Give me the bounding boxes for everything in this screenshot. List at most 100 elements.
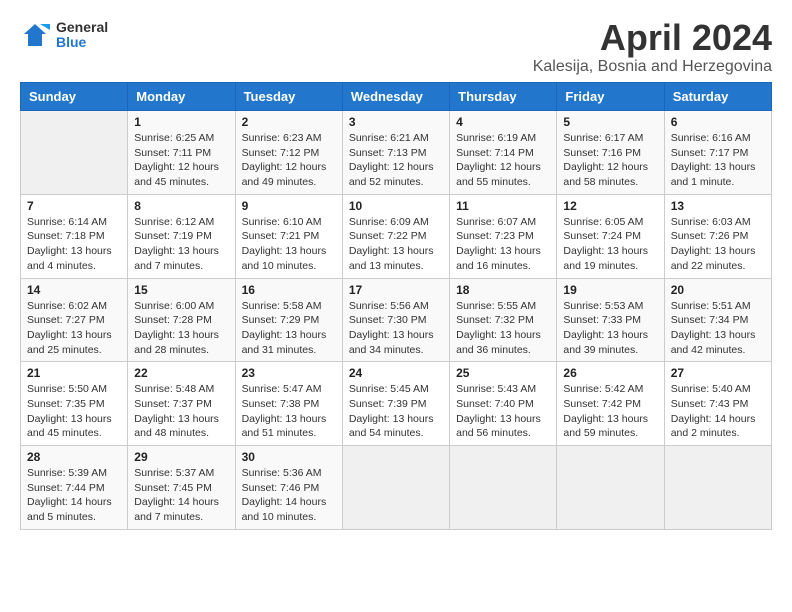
day-info: Sunrise: 6:02 AM Sunset: 7:27 PM Dayligh… — [27, 299, 121, 358]
day-info: Sunrise: 6:03 AM Sunset: 7:26 PM Dayligh… — [671, 215, 765, 274]
calendar-cell: 7 Sunrise: 6:14 AM Sunset: 7:18 PM Daylig… — [21, 194, 128, 278]
title-block: April 2024 Kalesija, Bosnia and Herzegov… — [533, 20, 772, 76]
day-number: 27 — [671, 366, 765, 380]
calendar-cell — [557, 446, 664, 530]
calendar-cell: 3 Sunrise: 6:21 AM Sunset: 7:13 PM Daylig… — [342, 111, 449, 195]
header-tuesday: Tuesday — [235, 83, 342, 111]
calendar-cell: 21 Sunrise: 5:50 AM Sunset: 7:35 PM Dayli… — [21, 362, 128, 446]
day-number: 11 — [456, 199, 550, 213]
day-number: 26 — [563, 366, 657, 380]
logo-general-text: General — [56, 20, 108, 35]
day-number: 23 — [242, 366, 336, 380]
calendar-cell — [342, 446, 449, 530]
calendar-cell: 27 Sunrise: 5:40 AM Sunset: 7:43 PM Dayli… — [664, 362, 771, 446]
week-row-4: 28 Sunrise: 5:39 AM Sunset: 7:44 PM Dayli… — [21, 446, 772, 530]
calendar-cell: 4 Sunrise: 6:19 AM Sunset: 7:14 PM Daylig… — [450, 111, 557, 195]
day-number: 5 — [563, 115, 657, 129]
day-number: 30 — [242, 450, 336, 464]
day-info: Sunrise: 6:05 AM Sunset: 7:24 PM Dayligh… — [563, 215, 657, 274]
day-number: 8 — [134, 199, 228, 213]
calendar-cell: 9Sunrise: 6:10 AM Sunset: 7:21 PM Daylig… — [235, 194, 342, 278]
calendar-cell: 10Sunrise: 6:09 AM Sunset: 7:22 PM Dayli… — [342, 194, 449, 278]
calendar-cell: 23 Sunrise: 5:47 AM Sunset: 7:38 PM Dayli… — [235, 362, 342, 446]
header-monday: Monday — [128, 83, 235, 111]
day-info: Sunrise: 5:36 AM Sunset: 7:46 PM Dayligh… — [242, 466, 336, 525]
day-info: Sunrise: 5:50 AM Sunset: 7:35 PM Dayligh… — [27, 382, 121, 441]
day-info: Sunrise: 6:14 AM Sunset: 7:18 PM Dayligh… — [27, 215, 121, 274]
header-friday: Friday — [557, 83, 664, 111]
day-info: Sunrise: 6:00 AM Sunset: 7:28 PM Dayligh… — [134, 299, 228, 358]
calendar-cell: 24 Sunrise: 5:45 AM Sunset: 7:39 PM Dayli… — [342, 362, 449, 446]
calendar-cell: 19 Sunrise: 5:53 AM Sunset: 7:33 PM Dayli… — [557, 278, 664, 362]
calendar-table: SundayMondayTuesdayWednesdayThursdayFrid… — [20, 82, 772, 530]
week-row-1: 7 Sunrise: 6:14 AM Sunset: 7:18 PM Daylig… — [21, 194, 772, 278]
day-number: 13 — [671, 199, 765, 213]
day-info: Sunrise: 5:43 AM Sunset: 7:40 PM Dayligh… — [456, 382, 550, 441]
day-number: 28 — [27, 450, 121, 464]
day-info: Sunrise: 5:40 AM Sunset: 7:43 PM Dayligh… — [671, 382, 765, 441]
location-title: Kalesija, Bosnia and Herzegovina — [533, 58, 772, 76]
calendar-cell: 22Sunrise: 5:48 AM Sunset: 7:37 PM Dayli… — [128, 362, 235, 446]
calendar-cell: 8 Sunrise: 6:12 AM Sunset: 7:19 PM Daylig… — [128, 194, 235, 278]
calendar-cell: 14 Sunrise: 6:02 AM Sunset: 7:27 PM Dayli… — [21, 278, 128, 362]
day-info: Sunrise: 6:12 AM Sunset: 7:19 PM Dayligh… — [134, 215, 228, 274]
week-row-3: 21 Sunrise: 5:50 AM Sunset: 7:35 PM Dayli… — [21, 362, 772, 446]
calendar-cell — [450, 446, 557, 530]
day-info: Sunrise: 5:47 AM Sunset: 7:38 PM Dayligh… — [242, 382, 336, 441]
day-number: 1 — [134, 115, 228, 129]
day-number: 7 — [27, 199, 121, 213]
day-number: 15 — [134, 283, 228, 297]
day-info: Sunrise: 6:10 AM Sunset: 7:21 PM Dayligh… — [242, 215, 336, 274]
week-row-0: 1 Sunrise: 6:25 AM Sunset: 7:11 PM Daylig… — [21, 111, 772, 195]
header-wednesday: Wednesday — [342, 83, 449, 111]
calendar-cell: 5 Sunrise: 6:17 AM Sunset: 7:16 PM Daylig… — [557, 111, 664, 195]
calendar-cell: 2 Sunrise: 6:23 AM Sunset: 7:12 PM Daylig… — [235, 111, 342, 195]
day-info: Sunrise: 6:19 AM Sunset: 7:14 PM Dayligh… — [456, 131, 550, 190]
day-info: Sunrise: 5:58 AM Sunset: 7:29 PM Dayligh… — [242, 299, 336, 358]
calendar-cell: 11 Sunrise: 6:07 AM Sunset: 7:23 PM Dayli… — [450, 194, 557, 278]
day-info: Sunrise: 6:25 AM Sunset: 7:11 PM Dayligh… — [134, 131, 228, 190]
day-info: Sunrise: 6:23 AM Sunset: 7:12 PM Dayligh… — [242, 131, 336, 190]
day-number: 2 — [242, 115, 336, 129]
day-number: 10 — [349, 199, 443, 213]
logo-blue-text: Blue — [56, 35, 108, 50]
calendar-cell: 6Sunrise: 6:16 AM Sunset: 7:17 PM Daylig… — [664, 111, 771, 195]
day-info: Sunrise: 5:45 AM Sunset: 7:39 PM Dayligh… — [349, 382, 443, 441]
header-sunday: Sunday — [21, 83, 128, 111]
calendar-cell: 13 Sunrise: 6:03 AM Sunset: 7:26 PM Dayli… — [664, 194, 771, 278]
day-info: Sunrise: 5:37 AM Sunset: 7:45 PM Dayligh… — [134, 466, 228, 525]
day-number: 24 — [349, 366, 443, 380]
day-info: Sunrise: 5:55 AM Sunset: 7:32 PM Dayligh… — [456, 299, 550, 358]
week-row-2: 14 Sunrise: 6:02 AM Sunset: 7:27 PM Dayli… — [21, 278, 772, 362]
month-title: April 2024 — [533, 20, 772, 56]
calendar-cell: 16Sunrise: 5:58 AM Sunset: 7:29 PM Dayli… — [235, 278, 342, 362]
calendar-cell: 15 Sunrise: 6:00 AM Sunset: 7:28 PM Dayli… — [128, 278, 235, 362]
day-info: Sunrise: 6:16 AM Sunset: 7:17 PM Dayligh… — [671, 131, 765, 190]
day-number: 14 — [27, 283, 121, 297]
logo-text: General Blue — [56, 20, 108, 51]
day-number: 25 — [456, 366, 550, 380]
day-info: Sunrise: 6:21 AM Sunset: 7:13 PM Dayligh… — [349, 131, 443, 190]
calendar-cell: 30 Sunrise: 5:36 AM Sunset: 7:46 PM Dayli… — [235, 446, 342, 530]
page-header: General Blue April 2024 Kalesija, Bosnia… — [20, 20, 772, 76]
day-number: 20 — [671, 283, 765, 297]
day-info: Sunrise: 5:42 AM Sunset: 7:42 PM Dayligh… — [563, 382, 657, 441]
day-number: 12 — [563, 199, 657, 213]
day-number: 29 — [134, 450, 228, 464]
day-number: 18 — [456, 283, 550, 297]
day-number: 3 — [349, 115, 443, 129]
logo: General Blue — [20, 20, 108, 51]
day-number: 4 — [456, 115, 550, 129]
day-info: Sunrise: 6:07 AM Sunset: 7:23 PM Dayligh… — [456, 215, 550, 274]
day-info: Sunrise: 5:39 AM Sunset: 7:44 PM Dayligh… — [27, 466, 121, 525]
day-number: 19 — [563, 283, 657, 297]
day-info: Sunrise: 5:53 AM Sunset: 7:33 PM Dayligh… — [563, 299, 657, 358]
calendar-cell: 20Sunrise: 5:51 AM Sunset: 7:34 PM Dayli… — [664, 278, 771, 362]
header-thursday: Thursday — [450, 83, 557, 111]
calendar-cell — [664, 446, 771, 530]
day-info: Sunrise: 6:17 AM Sunset: 7:16 PM Dayligh… — [563, 131, 657, 190]
header-saturday: Saturday — [664, 83, 771, 111]
calendar-cell — [21, 111, 128, 195]
day-number: 21 — [27, 366, 121, 380]
calendar-cell: 17Sunrise: 5:56 AM Sunset: 7:30 PM Dayli… — [342, 278, 449, 362]
